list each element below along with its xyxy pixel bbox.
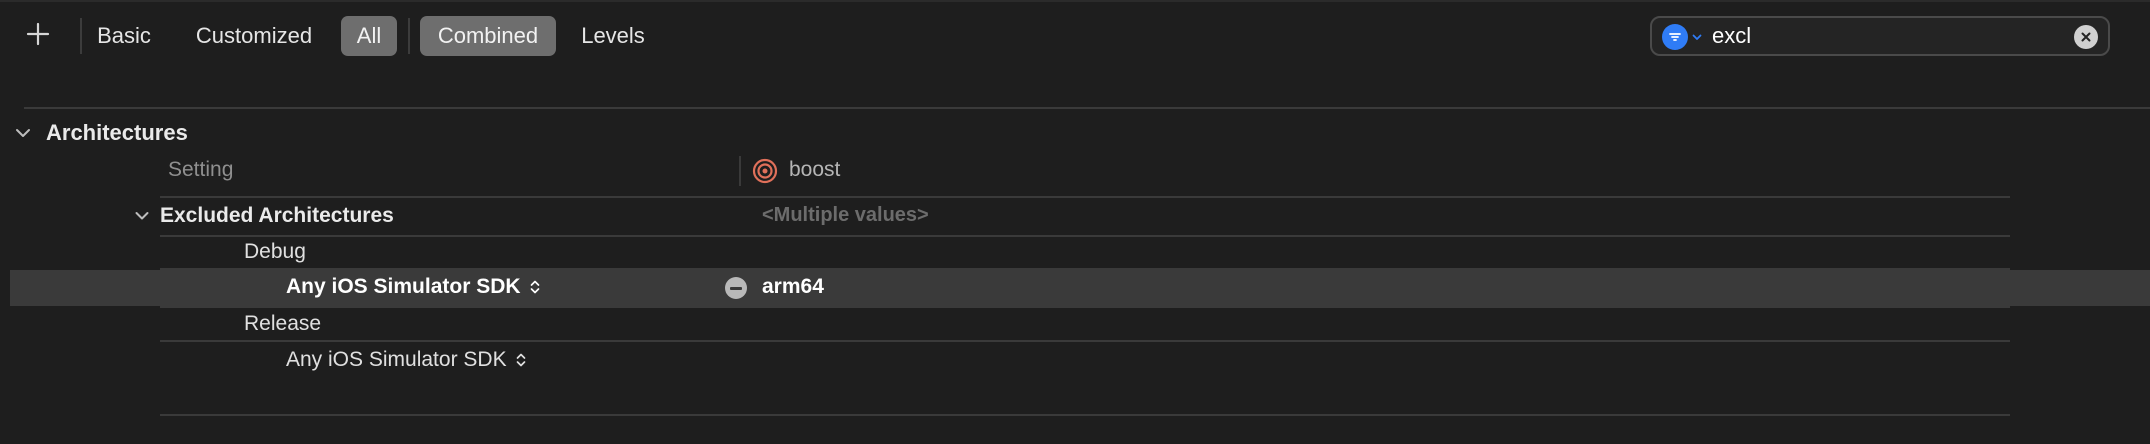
column-divider xyxy=(739,156,741,186)
section-architectures-header[interactable]: Architectures xyxy=(14,116,188,150)
sdk-condition-label: Any iOS Simulator SDK xyxy=(286,348,507,371)
chevron-down-icon xyxy=(16,129,30,137)
toolbar-divider xyxy=(408,18,410,54)
build-settings-toolbar: Basic Customized All Combined Levels xyxy=(0,0,2150,72)
chevron-up-down-icon xyxy=(530,280,539,294)
target-icon xyxy=(752,158,778,184)
chevron-down-icon xyxy=(1692,34,1702,40)
sdk-condition-label: Any iOS Simulator SDK xyxy=(286,275,521,298)
view-combined-button[interactable]: Combined xyxy=(420,16,556,56)
filter-all-button[interactable]: All xyxy=(341,16,397,56)
row-divider xyxy=(160,414,2010,416)
view-levels-button[interactable]: Levels xyxy=(570,16,656,56)
column-header-target: boost xyxy=(789,158,841,181)
remove-condition-button[interactable] xyxy=(725,277,747,299)
plus-icon xyxy=(26,22,50,46)
filter-basic-button[interactable]: Basic xyxy=(86,16,162,56)
setting-excluded-architectures[interactable]: Excluded Architectures xyxy=(134,200,394,232)
toolbar-divider xyxy=(80,18,82,54)
release-sdk-condition-popup[interactable]: Any iOS Simulator SDK xyxy=(286,348,527,372)
filter-customized-button[interactable]: Customized xyxy=(184,16,324,56)
add-build-setting-button[interactable] xyxy=(18,14,58,54)
search-filter-menu-button[interactable] xyxy=(1662,23,1710,51)
search-field xyxy=(1650,16,2110,56)
setting-name: Excluded Architectures xyxy=(160,204,394,227)
row-divider xyxy=(160,340,2010,342)
chevron-up-down-icon xyxy=(516,353,525,367)
clear-search-button[interactable] xyxy=(2074,25,2098,49)
close-icon xyxy=(2081,32,2091,42)
section-divider xyxy=(24,107,2150,109)
filter-icon xyxy=(1662,24,1688,50)
minus-icon xyxy=(730,286,742,290)
setting-summary-value: <Multiple values> xyxy=(762,204,929,226)
config-debug-label: Debug xyxy=(244,240,306,263)
config-release-label: Release xyxy=(244,312,322,335)
row-divider xyxy=(160,235,2010,237)
row-divider xyxy=(160,196,2010,198)
chevron-down-icon xyxy=(135,212,149,220)
build-settings-window: Basic Customized All Combined Levels exc… xyxy=(0,0,2150,444)
debug-sdk-condition-popup[interactable]: Any iOS Simulator SDK xyxy=(286,275,541,299)
search-input[interactable] xyxy=(1712,22,2052,50)
section-title: Architectures xyxy=(46,120,188,145)
column-header-setting: Setting xyxy=(168,158,234,181)
debug-sdk-value[interactable]: arm64 xyxy=(762,275,824,299)
toolbar-top-divider xyxy=(0,0,2150,2)
row-divider xyxy=(160,306,2010,308)
